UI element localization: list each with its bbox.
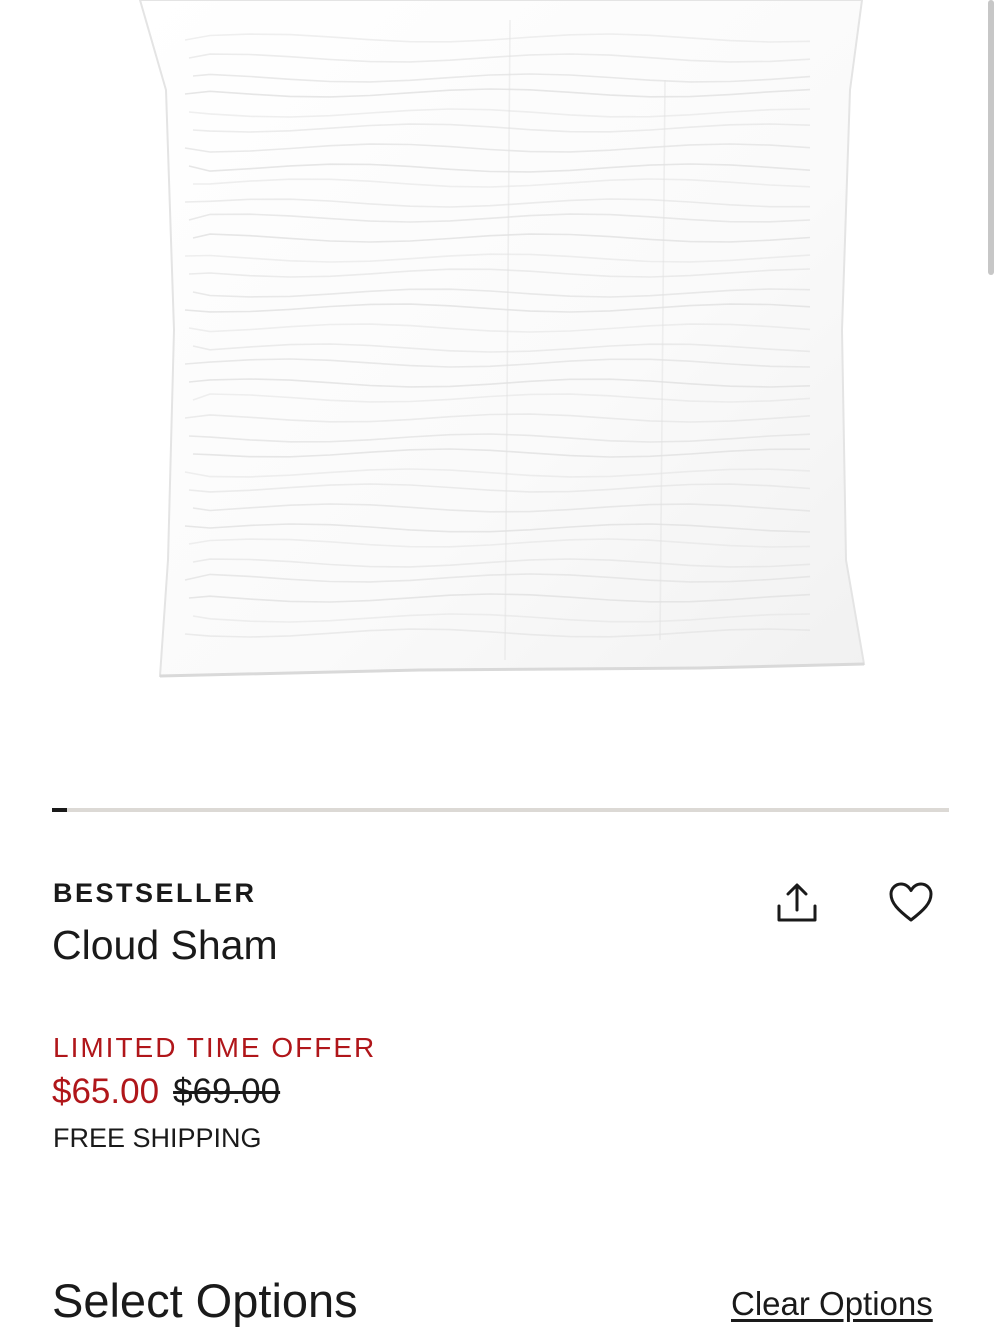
select-options-heading: Select Options: [52, 1274, 358, 1327]
bestseller-badge: BESTSELLER: [53, 878, 257, 908]
gallery-progress-track[interactable]: [52, 808, 949, 812]
product-image[interactable]: [0, 0, 1000, 790]
original-price: $69.00: [173, 1072, 281, 1111]
heart-icon: [889, 882, 933, 922]
sale-price: $65.00: [52, 1072, 160, 1111]
gallery-progress-indicator: [52, 808, 68, 812]
product-title: Cloud Sham: [52, 922, 278, 968]
clear-options-link[interactable]: Clear Options: [731, 1285, 933, 1323]
share-button[interactable]: [770, 878, 824, 928]
favorite-button[interactable]: [883, 876, 939, 928]
scrollbar[interactable]: [988, 0, 994, 275]
share-icon: [777, 883, 817, 922]
free-shipping-label: FREE SHIPPING: [53, 1123, 262, 1153]
limited-time-offer-label: LIMITED TIME OFFER: [53, 1032, 377, 1063]
pillow-sham-photo: [138, 0, 866, 678]
price-row: $65.00 $69.00: [52, 1072, 280, 1112]
